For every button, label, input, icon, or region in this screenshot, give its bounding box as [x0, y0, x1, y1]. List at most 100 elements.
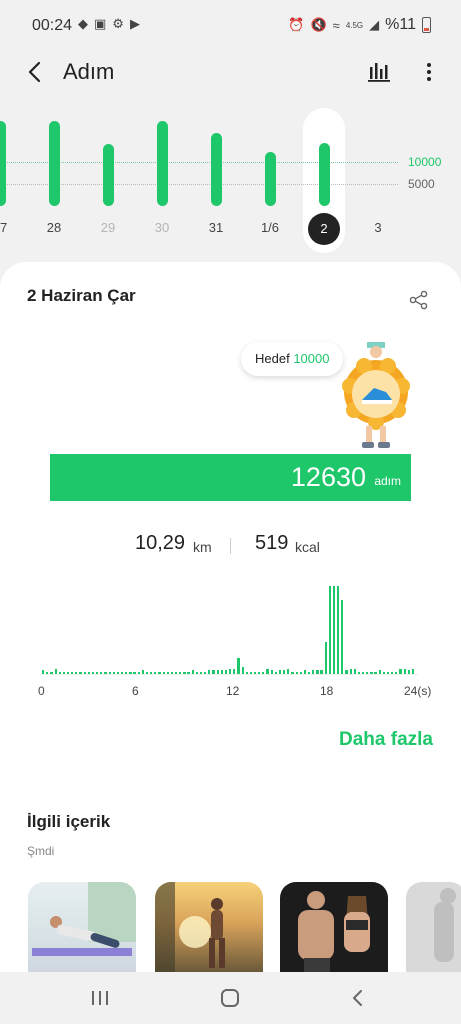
related-content-subtitle: Şmdi: [27, 844, 55, 858]
week-day-label[interactable]: 30: [147, 220, 177, 235]
hourly-bar: [249, 672, 253, 674]
hourly-bar: [303, 670, 307, 674]
hourly-bar: [258, 672, 261, 674]
status-bar: 00:24 ◆ ▣ ⚙ ▶ ⏰ 🔇 ≈ 4.5G ◢ %11: [0, 0, 461, 50]
related-content-title: İlgili içerik: [27, 812, 111, 831]
week-day-label[interactable]: 28: [39, 220, 69, 235]
notification-icons: ◆ ▣ ⚙ ▶: [78, 16, 140, 32]
day-detail-card: 2 Haziran Çar Hedef 10000 12630 adım 10,…: [0, 262, 461, 972]
hourly-bar: [54, 669, 57, 674]
hourly-bar: [345, 670, 348, 674]
hourly-bar: [71, 672, 74, 674]
hourly-tick-label: 12: [226, 684, 240, 698]
hourly-bar: [266, 669, 269, 674]
hourly-bar: [125, 672, 128, 674]
hourly-bar: [133, 672, 136, 674]
hourly-bar: [191, 670, 194, 674]
week-day-bar[interactable]: [157, 121, 168, 206]
hourly-bar: [62, 672, 66, 674]
hourly-bar: [391, 672, 394, 674]
hourly-bar: [175, 672, 178, 674]
related-thumbnail[interactable]: [28, 882, 136, 972]
gear-icon: ⚙: [112, 16, 124, 31]
hourly-bar: [308, 672, 311, 674]
share-icon[interactable]: [409, 290, 429, 310]
metrics-divider: [230, 538, 231, 554]
week-day-label[interactable]: 3: [363, 220, 393, 235]
bar-chart-icon[interactable]: [367, 59, 391, 83]
hourly-bar: [316, 670, 319, 674]
signal-icon: ◢: [369, 17, 380, 32]
week-day-bar[interactable]: [265, 152, 276, 206]
mid-axis-label: 5000: [408, 177, 435, 191]
week-day-label[interactable]: 29: [93, 220, 123, 235]
hourly-bar: [204, 672, 207, 674]
hourly-bar: [66, 672, 70, 674]
steps-unit: adım: [374, 474, 401, 488]
hourly-bar: [158, 672, 161, 674]
hourly-bar: [179, 672, 182, 674]
hourly-bar: [50, 672, 53, 674]
back-arrow-icon[interactable]: [22, 58, 48, 86]
goal-text: Hedef: [255, 351, 290, 366]
goal-axis-label: 10000: [408, 155, 442, 169]
related-thumbnail[interactable]: [155, 882, 263, 972]
hourly-bar: [75, 672, 78, 674]
week-day-bar[interactable]: [319, 143, 330, 206]
hourly-bar: [299, 672, 302, 674]
hourly-bar: [91, 672, 95, 674]
recent-apps-icon[interactable]: [88, 986, 112, 1010]
week-day-label[interactable]: 27: [0, 220, 15, 235]
hourly-bar: [183, 672, 186, 674]
more-link[interactable]: Daha fazla: [339, 729, 433, 751]
hourly-bar: [129, 672, 132, 674]
system-navigation-bar: [0, 972, 461, 1024]
wifi-icon: ≈: [332, 17, 340, 33]
hourly-bar: [87, 672, 90, 674]
hourly-bar: [145, 672, 149, 674]
hourly-bar: [166, 672, 169, 674]
hourly-bar: [270, 670, 273, 674]
notification-icon: ◆: [78, 16, 88, 31]
hourly-bar: [353, 669, 356, 674]
week-day-label[interactable]: 1/6: [255, 220, 285, 235]
week-day-bar[interactable]: [0, 121, 6, 206]
back-icon[interactable]: [346, 986, 370, 1010]
system-icons: ⏰ 🔇 ≈ 4.5G ◢ %11: [288, 16, 431, 34]
week-day-bar[interactable]: [103, 144, 114, 206]
calories-unit: kcal: [295, 539, 320, 555]
hourly-bar: [312, 670, 315, 674]
hourly-bar: [332, 586, 336, 674]
hourly-bar: [411, 669, 415, 674]
hourly-bar: [170, 672, 174, 674]
related-thumbnail[interactable]: [280, 882, 388, 972]
distance-value: 10,29: [135, 532, 186, 554]
distance-unit: km: [193, 539, 212, 555]
goal-bubble: Hedef 10000: [241, 342, 344, 376]
week-day-label[interactable]: 31: [201, 220, 231, 235]
hourly-bar: [150, 672, 153, 674]
hourly-bar: [121, 672, 124, 674]
hourly-bar: [137, 672, 140, 674]
hourly-bar: [104, 672, 107, 674]
week-day-label[interactable]: 2: [308, 213, 340, 245]
more-options-icon[interactable]: [425, 60, 433, 84]
hourly-bar: [154, 672, 157, 674]
week-day-bar[interactable]: [211, 133, 222, 206]
hourly-bar: [108, 672, 111, 674]
related-thumbnail[interactable]: [406, 882, 461, 972]
hourly-bar: [357, 672, 361, 674]
goal-mascot-illustration: [342, 342, 410, 448]
hourly-bar: [220, 670, 223, 674]
week-day-bar[interactable]: [49, 121, 60, 206]
hourly-bar: [79, 672, 82, 674]
hourly-bar: [374, 672, 377, 674]
metrics-row: 10,29 km 519 kcal: [0, 532, 461, 562]
hourly-bar: [112, 672, 115, 674]
hourly-bar: [141, 670, 144, 674]
hourly-bar: [83, 672, 86, 674]
hourly-bar: [382, 672, 386, 674]
hourly-bar: [283, 670, 286, 674]
hourly-bar: [386, 672, 390, 674]
home-icon[interactable]: [218, 986, 242, 1010]
